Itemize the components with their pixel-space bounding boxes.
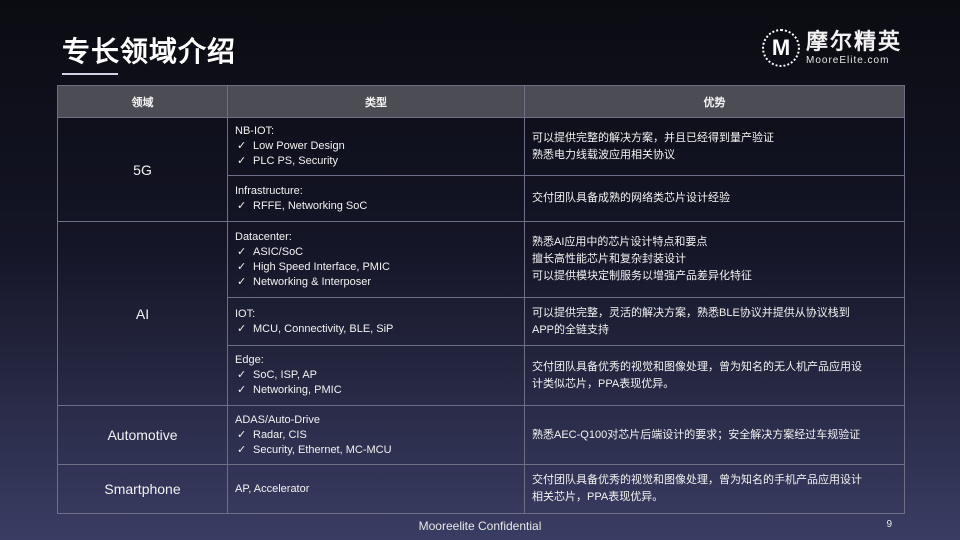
- advantage-cell: 熟悉AEC-Q100对芯片后端设计的要求；安全解决方案经过车规验证: [524, 405, 905, 465]
- logo-text: 摩尔精英 MooreElite.com: [805, 28, 902, 66]
- logo-m-icon: M: [761, 29, 800, 67]
- type-cell: NB-IOT: ✓ Low Power Design ✓ PLC PS, Secur…: [227, 117, 525, 176]
- type-title: Infrastructure:: [235, 184, 303, 197]
- advantage-line: 可以提供完整的解决方案，并且已经得到量产验证: [532, 131, 774, 144]
- type-title: AP, Accelerator: [235, 482, 310, 495]
- advantage-line: 熟悉AI应用中的芯片设计特点和要点: [532, 236, 708, 248]
- checkmark-icon: ✓: [237, 199, 247, 212]
- type-item: ✓ Security, Ethernet, MC-MCU: [237, 443, 392, 456]
- advantage-line: 熟悉电力线载波应用相关协议: [532, 148, 675, 161]
- type-cell: Infrastructure: ✓ RFFE, Networking SoC: [227, 175, 525, 222]
- checkmark-icon: ✓: [237, 155, 247, 167]
- advantage-line: 可以提供完整，灵活的解决方案，熟悉BLE协议并提供从协议栈到: [532, 306, 850, 319]
- type-cell: Edge: ✓ SoC, ISP, AP ✓ Networking, PMIC: [227, 345, 525, 406]
- checkmark-icon: ✓: [237, 322, 247, 335]
- expertise-table: 领域 类型 优势 5G NB-IOT: ✓ Low Power Design ✓ P…: [57, 85, 905, 514]
- domain-cell-ai: AI: [57, 221, 228, 406]
- company-logo: M 摩尔精英 MooreElite.com: [761, 28, 902, 67]
- header-domain: 领域: [57, 85, 228, 118]
- type-cell: Datacenter: ✓ ASIC/SoC ✓ High Speed Interf…: [227, 221, 525, 298]
- type-item: ✓ PLC PS, Security: [237, 155, 338, 167]
- advantage-cell: 交付团队具备优秀的视觉和图像处理，曾为知名的手机产品应用设计 相关芯片，PPA表…: [524, 464, 905, 514]
- type-item: ✓ Networking, PMIC: [237, 384, 342, 396]
- page-number: 9: [886, 519, 892, 530]
- type-item: ✓ ASIC/SoC: [237, 245, 304, 258]
- header-advantage: 优势: [524, 85, 905, 118]
- type-item: ✓ High Speed Interface, PMIC: [237, 260, 390, 273]
- page-title: 专长领域介绍: [62, 36, 237, 67]
- type-item: ✓ Low Power Design: [237, 140, 345, 152]
- advantage-line: 交付团队具备优秀的视觉和图像处理，曾为知名的无人机产品应用设: [532, 360, 862, 373]
- footer-confidential: Mooreelite Confidential: [418, 519, 542, 533]
- checkmark-icon: ✓: [237, 245, 247, 258]
- advantage-line: 熟悉AEC-Q100对芯片后端设计的要求；安全解决方案经过车规验证: [532, 428, 861, 441]
- advantage-line: 相关芯片，PPA表现优异。: [532, 491, 664, 503]
- checkmark-icon: ✓: [237, 140, 247, 152]
- advantage-line: APP的全链支持: [532, 323, 610, 336]
- advantage-line: 可以提供模块定制服务以增强产品差异化特征: [532, 270, 752, 282]
- type-title: NB-IOT:: [235, 125, 275, 137]
- advantage-cell: 交付团队具备优秀的视觉和图像处理，曾为知名的无人机产品应用设 计类似芯片，PPA…: [524, 345, 905, 406]
- type-title: Edge:: [235, 354, 264, 366]
- table-header-row: 领域 类型 优势: [57, 85, 905, 118]
- table-row: AI Datacenter: ✓ ASIC/SoC ✓ High Speed Int…: [57, 221, 905, 406]
- type-title: IOT:: [235, 307, 256, 320]
- logo-chinese-name: 摩尔精英: [805, 28, 902, 54]
- type-item: ✓ SoC, ISP, AP: [237, 369, 318, 381]
- header-type: 类型: [227, 85, 525, 118]
- domain-cell-automotive: Automotive: [57, 405, 228, 465]
- checkmark-icon: ✓: [237, 443, 247, 456]
- domain-cell-5g: 5G: [57, 117, 228, 222]
- checkmark-icon: ✓: [237, 384, 247, 396]
- advantage-line: 交付团队具备成熟的网络类芯片设计经验: [532, 192, 730, 204]
- type-title: ADAS/Auto-Drive: [235, 413, 320, 426]
- advantage-line: 计类似芯片，PPA表现优异。: [532, 377, 675, 390]
- type-item: ✓ RFFE, Networking SoC: [237, 199, 368, 212]
- type-cell: AP, Accelerator: [227, 464, 525, 514]
- checkmark-icon: ✓: [237, 275, 247, 288]
- type-item: ✓ Networking & Interposer: [237, 275, 371, 288]
- type-cell: IOT: ✓ MCU, Connectivity, BLE, SiP: [227, 297, 525, 346]
- advantage-line: 交付团队具备优秀的视觉和图像处理，曾为知名的手机产品应用设计: [532, 474, 862, 486]
- table-row: Automotive ADAS/Auto-Drive ✓ Radar, CIS ✓…: [57, 405, 905, 465]
- type-title: Datacenter:: [235, 230, 292, 243]
- type-item: ✓ MCU, Connectivity, BLE, SiP: [237, 322, 394, 335]
- type-item: ✓ Radar, CIS: [237, 428, 307, 441]
- title-underline: [62, 73, 118, 75]
- advantage-cell: 可以提供完整，灵活的解决方案，熟悉BLE协议并提供从协议栈到 APP的全链支持: [524, 297, 905, 346]
- checkmark-icon: ✓: [237, 369, 247, 381]
- table-row: Smartphone AP, Accelerator 交付团队具备优秀的视觉和图…: [57, 464, 905, 514]
- checkmark-icon: ✓: [237, 428, 247, 441]
- type-cell: ADAS/Auto-Drive ✓ Radar, CIS ✓ Security, E…: [227, 405, 525, 465]
- domain-cell-smartphone: Smartphone: [57, 464, 228, 514]
- logo-english-name: MooreElite.com: [805, 54, 890, 66]
- advantage-cell: 交付团队具备成熟的网络类芯片设计经验: [524, 175, 905, 222]
- advantage-line: 擅长高性能芯片和复杂封装设计: [532, 253, 686, 265]
- checkmark-icon: ✓: [237, 260, 247, 273]
- advantage-cell: 熟悉AI应用中的芯片设计特点和要点 擅长高性能芯片和复杂封装设计 可以提供模块定…: [524, 221, 905, 298]
- table-row: 5G NB-IOT: ✓ Low Power Design ✓ PLC PS, Se…: [57, 117, 905, 222]
- advantage-cell: 可以提供完整的解决方案，并且已经得到量产验证 熟悉电力线载波应用相关协议: [524, 117, 905, 176]
